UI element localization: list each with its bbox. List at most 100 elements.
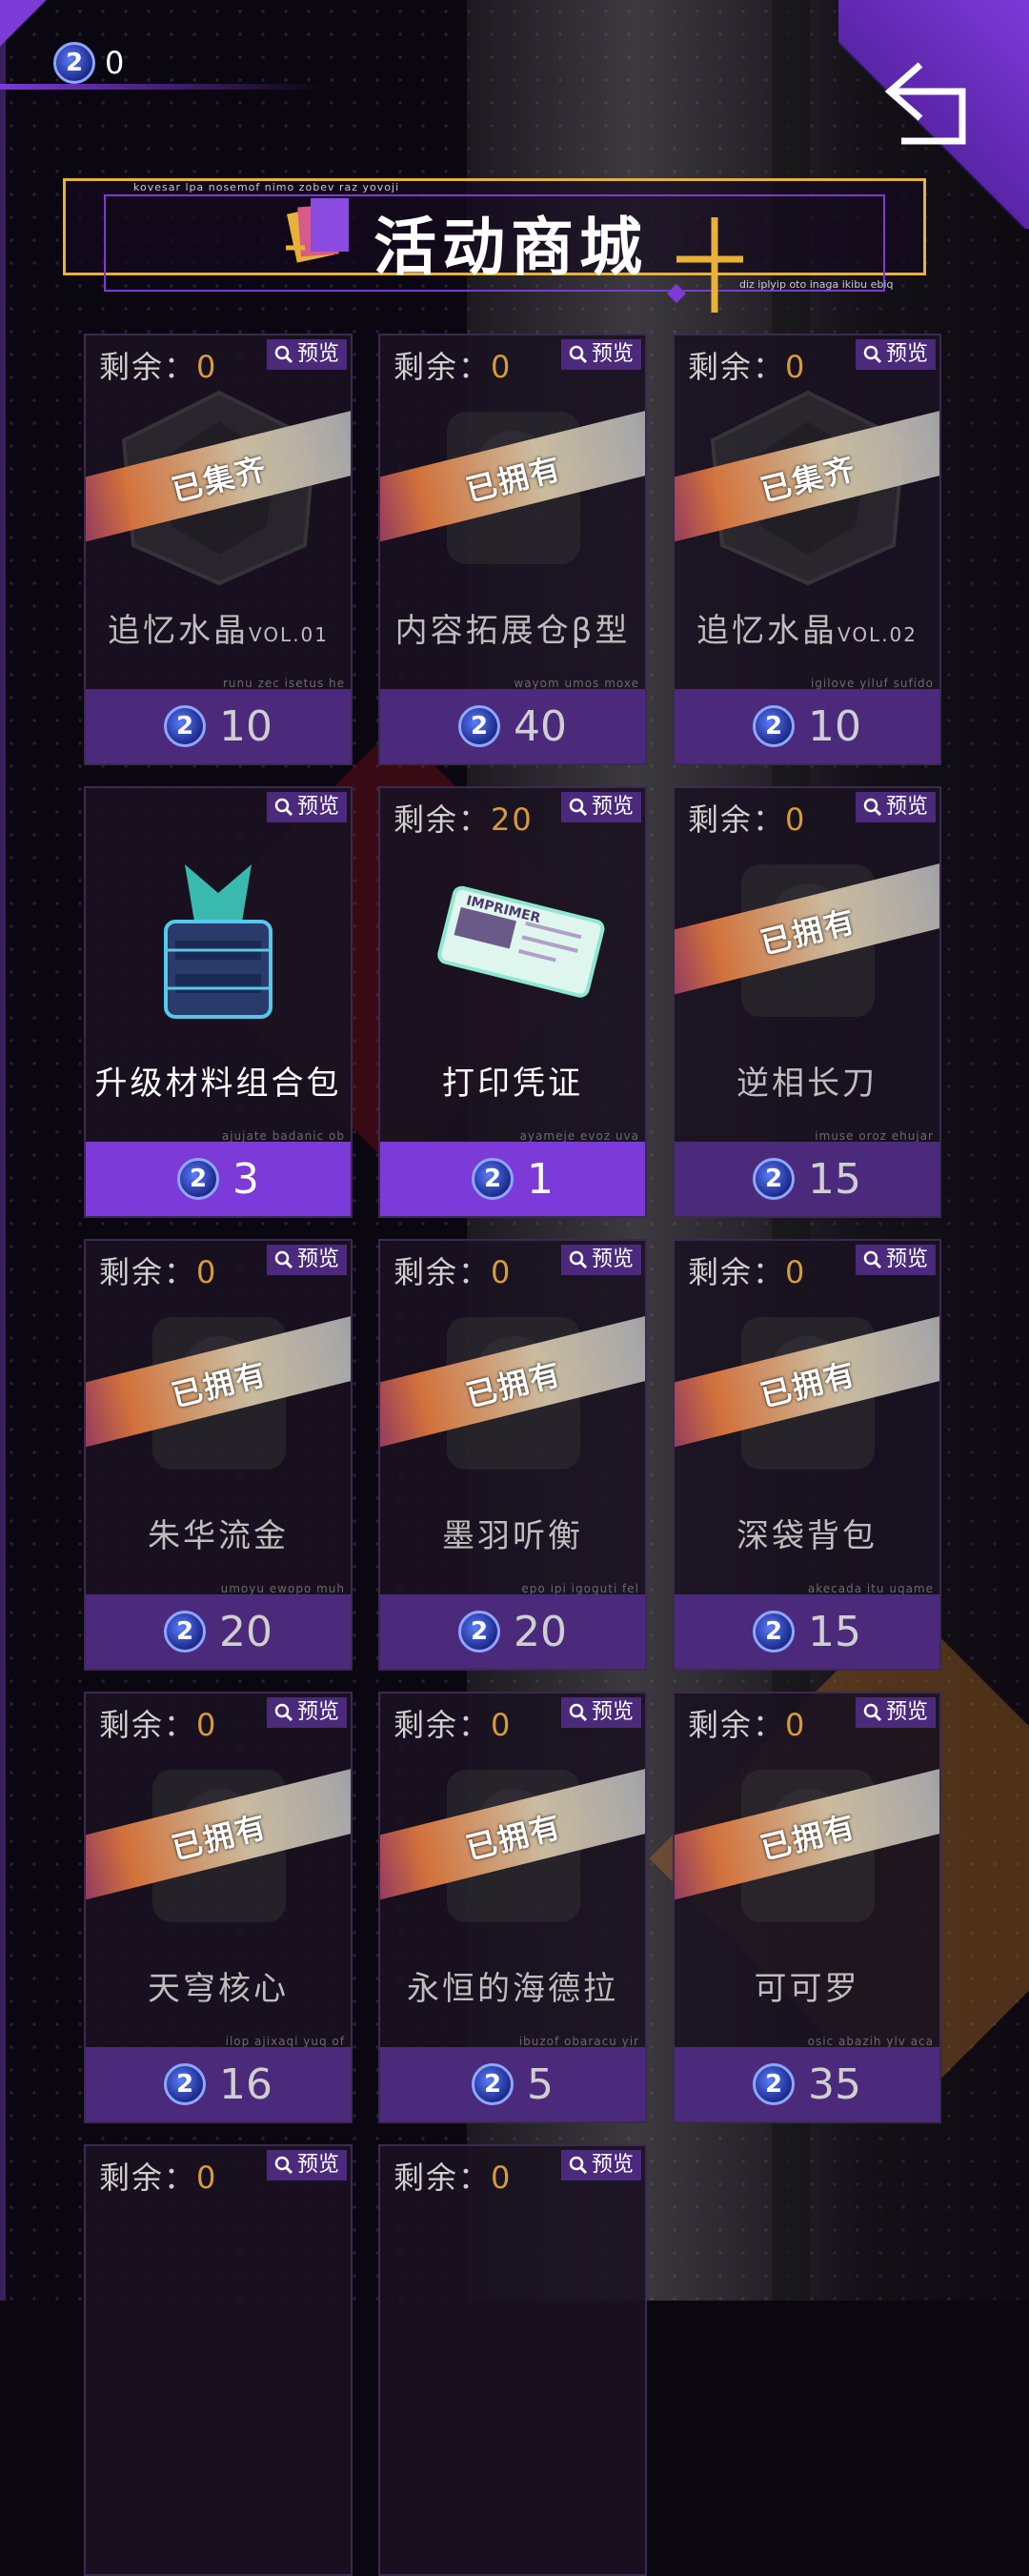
item-volume: VOL.02 xyxy=(837,623,918,646)
coin-icon xyxy=(53,42,95,84)
price-bar[interactable]: 35 xyxy=(675,2047,939,2121)
shop-item-card[interactable]: 剩余：0预览已拥有深袋背包akecada itu uqame15 xyxy=(673,1239,941,1671)
preview-label: 预览 xyxy=(296,795,339,819)
magnifier-icon xyxy=(863,345,882,364)
preview-button[interactable]: 预览 xyxy=(266,1245,347,1275)
preview-button[interactable]: 预览 xyxy=(266,1697,347,1728)
item-name: 永恒的海德拉 xyxy=(407,1970,618,2008)
remaining-label: 剩余： xyxy=(393,349,492,385)
price-bar[interactable]: 5 xyxy=(380,2047,645,2121)
shop-item-card[interactable]: 剩余：0预览已拥有逆相长刀imuse oroz ehujar15 xyxy=(673,786,941,1218)
item-name: 追忆水晶VOL.01 xyxy=(107,612,330,650)
magnifier-icon xyxy=(274,798,293,817)
remaining-count: 剩余：20 xyxy=(393,796,534,840)
shop-item-card[interactable]: 预览升级材料组合包 ajujate badanic ob 3 xyxy=(84,786,353,1218)
shop-item-card[interactable]: 剩余：0预览已集齐追忆水晶VOL.02igilove yiluf sufido1… xyxy=(673,334,941,765)
remaining-label: 剩余： xyxy=(99,1707,197,1743)
item-micro-text: umoyu ewopo muh xyxy=(220,1582,345,1595)
shop-item-card[interactable]: 剩余：0预览已拥有永恒的海德拉ibuzof obaracu yir5 xyxy=(378,1692,647,2123)
remaining-label: 剩余： xyxy=(393,801,492,838)
shop-item-card[interactable]: 剩余：0 预览 xyxy=(378,2144,647,2576)
preview-button[interactable]: 预览 xyxy=(560,792,641,822)
title-micro-text-left: kovesar lpa nosemof nimo zobev raz yovoj… xyxy=(133,181,400,193)
price-bar[interactable]: 40 xyxy=(380,689,645,763)
price-bar[interactable]: 20 xyxy=(380,1594,645,1669)
currency-glow-line xyxy=(0,84,324,90)
item-name: 可可罗 xyxy=(754,1970,860,2008)
preview-label: 预览 xyxy=(296,1700,339,1724)
remaining-number: 20 xyxy=(491,801,534,838)
item-name: 打印凭证 xyxy=(442,1065,583,1103)
preview-button[interactable]: 预览 xyxy=(855,792,936,822)
price-bar[interactable]: 10 xyxy=(675,689,939,763)
preview-button[interactable]: 预览 xyxy=(266,2150,347,2180)
coin-icon xyxy=(458,705,500,747)
magnifier-icon xyxy=(569,798,588,817)
price-bar[interactable]: 3 xyxy=(86,1142,351,1216)
preview-button[interactable]: 预览 xyxy=(560,1245,641,1275)
preview-button[interactable]: 预览 xyxy=(560,339,641,370)
frame-top-left-corner xyxy=(0,0,57,57)
item-volume: VOL.01 xyxy=(248,623,330,646)
print-ticket-icon: IMPRIMER xyxy=(426,864,607,1017)
remaining-number: 0 xyxy=(196,349,218,385)
item-name: 朱华流金 xyxy=(148,1517,289,1555)
preview-button[interactable]: 预览 xyxy=(560,1697,641,1728)
remaining-label: 剩余： xyxy=(688,349,786,385)
coin-icon xyxy=(753,1611,795,1653)
preview-button[interactable]: 预览 xyxy=(266,792,347,822)
preview-label: 预览 xyxy=(591,2153,634,2177)
item-price: 35 xyxy=(808,2059,861,2109)
item-name: 升级材料组合包 xyxy=(94,1065,342,1103)
preview-label: 预览 xyxy=(591,342,634,366)
preview-button[interactable]: 预览 xyxy=(560,2150,641,2180)
preview-button[interactable]: 预览 xyxy=(855,1697,936,1728)
remaining-count: 剩余：0 xyxy=(688,1701,806,1745)
remaining-label: 剩余： xyxy=(99,2160,197,2196)
back-button[interactable] xyxy=(882,55,987,151)
price-bar[interactable]: 16 xyxy=(86,2047,351,2121)
remaining-label: 剩余： xyxy=(688,801,786,838)
currency-display: 0 xyxy=(53,42,124,84)
preview-button[interactable]: 预览 xyxy=(266,339,347,370)
price-bar[interactable]: 1 xyxy=(380,1142,645,1216)
shop-item-card[interactable]: 剩余：0预览已拥有天穹核心ilop ajixaqi yuq of16 xyxy=(84,1692,353,2123)
remaining-label: 剩余： xyxy=(393,2160,492,2196)
preview-button[interactable]: 预览 xyxy=(855,339,936,370)
shop-item-card[interactable]: 剩余：0预览已拥有墨羽听衡epo ipi igoguti fel20 xyxy=(378,1239,647,1671)
coin-icon xyxy=(458,1611,500,1653)
price-bar[interactable]: 15 xyxy=(675,1594,939,1669)
preview-button[interactable]: 预览 xyxy=(855,1245,936,1275)
coin-icon xyxy=(472,2063,514,2105)
item-price: 20 xyxy=(514,1607,567,1656)
remaining-number: 0 xyxy=(785,349,807,385)
item-micro-text: ayameje evoz uva xyxy=(519,1129,639,1143)
shop-item-card[interactable]: 剩余：0预览已集齐追忆水晶VOL.01runu zec isetus he10 xyxy=(84,334,353,765)
magnifier-icon xyxy=(569,345,588,364)
remaining-count: 剩余：0 xyxy=(393,1248,512,1292)
remaining-label: 剩余： xyxy=(99,349,197,385)
shop-item-card[interactable]: IMPRIMER 剩余：20 预览打印凭证 ayameje evoz uva 1 xyxy=(378,786,647,1218)
item-name: 深袋背包 xyxy=(736,1517,878,1555)
magnifier-icon xyxy=(863,798,882,817)
item-price: 40 xyxy=(514,701,567,751)
price-bar[interactable]: 20 xyxy=(86,1594,351,1669)
shop-item-card[interactable]: 剩余：0 预览 xyxy=(84,2144,353,2576)
coin-icon xyxy=(753,1158,795,1200)
shop-item-card[interactable]: 剩余：0预览已拥有内容拓展仓β型wayom umos moxe40 xyxy=(378,334,647,765)
item-price: 1 xyxy=(527,1154,554,1204)
price-bar[interactable]: 15 xyxy=(675,1142,939,1216)
remaining-number: 0 xyxy=(491,349,513,385)
remaining-number: 0 xyxy=(196,1254,218,1290)
magnifier-icon xyxy=(274,1250,293,1269)
price-bar[interactable]: 10 xyxy=(86,689,351,763)
remaining-count: 剩余：0 xyxy=(99,343,217,387)
preview-label: 预览 xyxy=(885,1700,928,1724)
item-name: 内容拓展仓β型 xyxy=(394,612,631,650)
shop-item-card[interactable]: 剩余：0预览已拥有可可罗osic abazih ylv aca35 xyxy=(673,1692,941,2123)
magnifier-icon xyxy=(274,1703,293,1722)
shop-item-card[interactable]: 剩余：0预览已拥有朱华流金umoyu ewopo muh20 xyxy=(84,1239,353,1671)
item-micro-text: ibuzof obaracu yir xyxy=(518,2035,639,2048)
item-price: 3 xyxy=(232,1154,259,1204)
remaining-count: 剩余：0 xyxy=(99,1701,217,1745)
